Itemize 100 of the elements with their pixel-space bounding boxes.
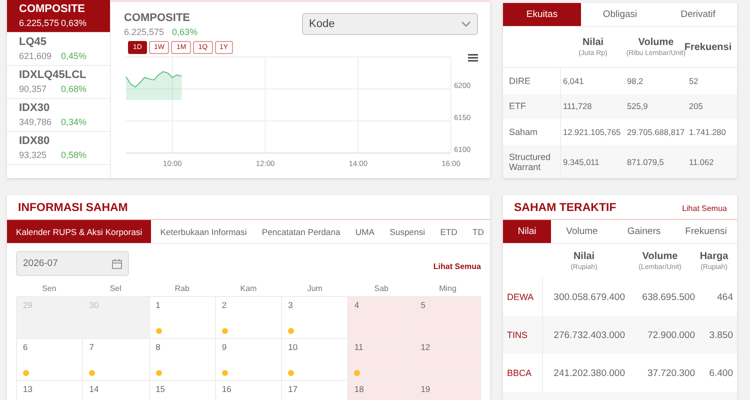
index-item[interactable]: IDXLQ45LCL 90,357 0,68% (7, 66, 110, 99)
day-number: 7 (89, 342, 94, 352)
weekday-label: Sab (373, 284, 390, 292)
calendar-day[interactable]: 15 (150, 381, 216, 400)
index-change: 0,34% (61, 117, 87, 127)
day-number: 3 (288, 300, 293, 310)
chart-title: COMPOSITE (124, 12, 190, 24)
index-item[interactable]: IDX80 93,325 0,58% (7, 132, 110, 165)
calendar-day[interactable]: 13 (17, 381, 84, 400)
day-number: 17 (288, 384, 298, 394)
calendar-day[interactable]: 16 (216, 381, 282, 400)
day-number: 8 (156, 342, 160, 352)
day-number: 19 (420, 384, 430, 394)
index-change: 0,68% (61, 84, 87, 94)
index-value: 349,786 (19, 117, 53, 127)
day-number: 5 (420, 300, 426, 310)
day-number: 18 (354, 384, 364, 394)
table-cell-text: 111,728 (562, 100, 593, 114)
table-cell-text: 1.741.280 (688, 126, 727, 139)
weekday-label: Sel (108, 284, 122, 292)
menu-icon[interactable] (468, 54, 478, 62)
tab[interactable]: Derivatif (659, 3, 737, 26)
day-number: 11 (354, 342, 364, 352)
index-name: IDX30 (19, 102, 50, 114)
table-cell-text: 300.058.679.400 (552, 290, 625, 304)
calendar-icon (112, 258, 122, 268)
calendar-day[interactable]: 6 (17, 339, 84, 381)
column-header: Nilai (573, 251, 595, 262)
index-change: 0,58% (61, 150, 87, 160)
table-cell-text: 72.900.000 (646, 328, 695, 342)
table-cell-text: 6.400 (708, 366, 734, 380)
index-change: 0,63% (61, 18, 87, 28)
calendar-day[interactable]: 5 (414, 297, 481, 339)
table-cell-text: 11.062 (688, 156, 715, 168)
index-item[interactable]: COMPOSITE 6.225,575 0,63% (7, 0, 110, 33)
column-header: Frekuensi (684, 42, 732, 52)
area-series (126, 71, 182, 100)
table-cell-text: 464 (716, 290, 734, 304)
tab[interactable]: Ekuitas (503, 3, 581, 26)
weekday-label: Ming (438, 284, 458, 292)
day-number: 9 (222, 342, 227, 352)
calendar-day[interactable]: 17 (282, 381, 348, 400)
day-number: 14 (89, 384, 99, 394)
table-cell-text: 276.732.403.000 (552, 328, 625, 342)
calendar-day[interactable]: 11 (348, 339, 415, 381)
index-name: COMPOSITE (19, 3, 86, 15)
tab[interactable]: Kalender RUPS & Aksi Korporasi (7, 220, 152, 243)
index-item[interactable]: IDX30 349,786 0,34% (7, 99, 110, 132)
section-title: INFORMASI SAHAM (17, 201, 128, 216)
month-field[interactable]: 2026-07 (16, 251, 129, 276)
column-header: Volume (638, 37, 674, 48)
calendar-day[interactable]: 2 (216, 297, 282, 339)
calendar-day[interactable]: 14 (83, 381, 150, 400)
day-number: 4 (354, 300, 360, 310)
calendar-day[interactable]: 9 (216, 339, 282, 381)
weekday-label: Jum (306, 284, 324, 292)
weekday-label: Rab (174, 284, 190, 292)
weekday-label: Sen (41, 284, 58, 292)
weekday-label: Kam (239, 284, 258, 292)
day-number: 15 (156, 384, 166, 394)
see-all-link[interactable]: Lihat Semua (433, 262, 481, 271)
day-number: 13 (23, 384, 32, 394)
day-number: 2 (222, 300, 227, 310)
table-cell-text: 37.720.300 (646, 366, 695, 380)
table-cell-text: 241.202.380.000 (552, 366, 625, 380)
day-number: 10 (288, 342, 298, 352)
index-value: 90,357 (19, 84, 48, 94)
code-select[interactable]: Kode (302, 13, 478, 35)
calendar-day[interactable]: 1 (150, 297, 216, 339)
day-number: 1 (156, 300, 160, 310)
table-cell-text: 9.345,011 (562, 156, 600, 168)
column-header: Volume (642, 251, 678, 262)
index-value: 6.225,575 (19, 18, 60, 28)
calendar-day[interactable]: 10 (282, 339, 348, 381)
tab[interactable]: Nilai (503, 220, 551, 243)
table-cell-text: 29.705.688,817 (626, 126, 686, 139)
calendar-day[interactable]: 8 (150, 339, 216, 381)
column-header: Harga (700, 251, 728, 262)
index-item[interactable]: LQ45 621,609 0,45% (7, 33, 110, 66)
calendar-day[interactable]: 7 (83, 339, 150, 381)
table-cell-text: 525,9 (626, 100, 649, 114)
calendar-day[interactable]: 19 (414, 381, 481, 400)
calendar-day[interactable]: 4 (348, 297, 415, 339)
calendar-day[interactable]: 3 (282, 297, 348, 339)
index-value: 6.225,575 (124, 27, 164, 37)
table-cell-text: 12.921.105,765 (562, 126, 622, 139)
calendar-day[interactable]: 12 (414, 339, 481, 381)
chevron-down-icon (461, 21, 471, 27)
index-value: 93,325 (19, 150, 48, 160)
day-number: 16 (222, 384, 232, 394)
table-cell-text: 871.079,5 (626, 156, 665, 168)
index-change: 0,45% (61, 51, 87, 61)
index-change: 0,63% (172, 27, 198, 37)
calendar-day[interactable]: 18 (348, 381, 415, 400)
index-name: LQ45 (19, 36, 47, 48)
table-cell-text: 98,2 (626, 74, 644, 88)
see-all-link[interactable]: Lihat Semua (682, 204, 727, 212)
table-cell-text: 638.695.500 (641, 290, 695, 304)
column-header: Nilai (582, 37, 604, 48)
table-cell-text: 205 (688, 100, 704, 114)
